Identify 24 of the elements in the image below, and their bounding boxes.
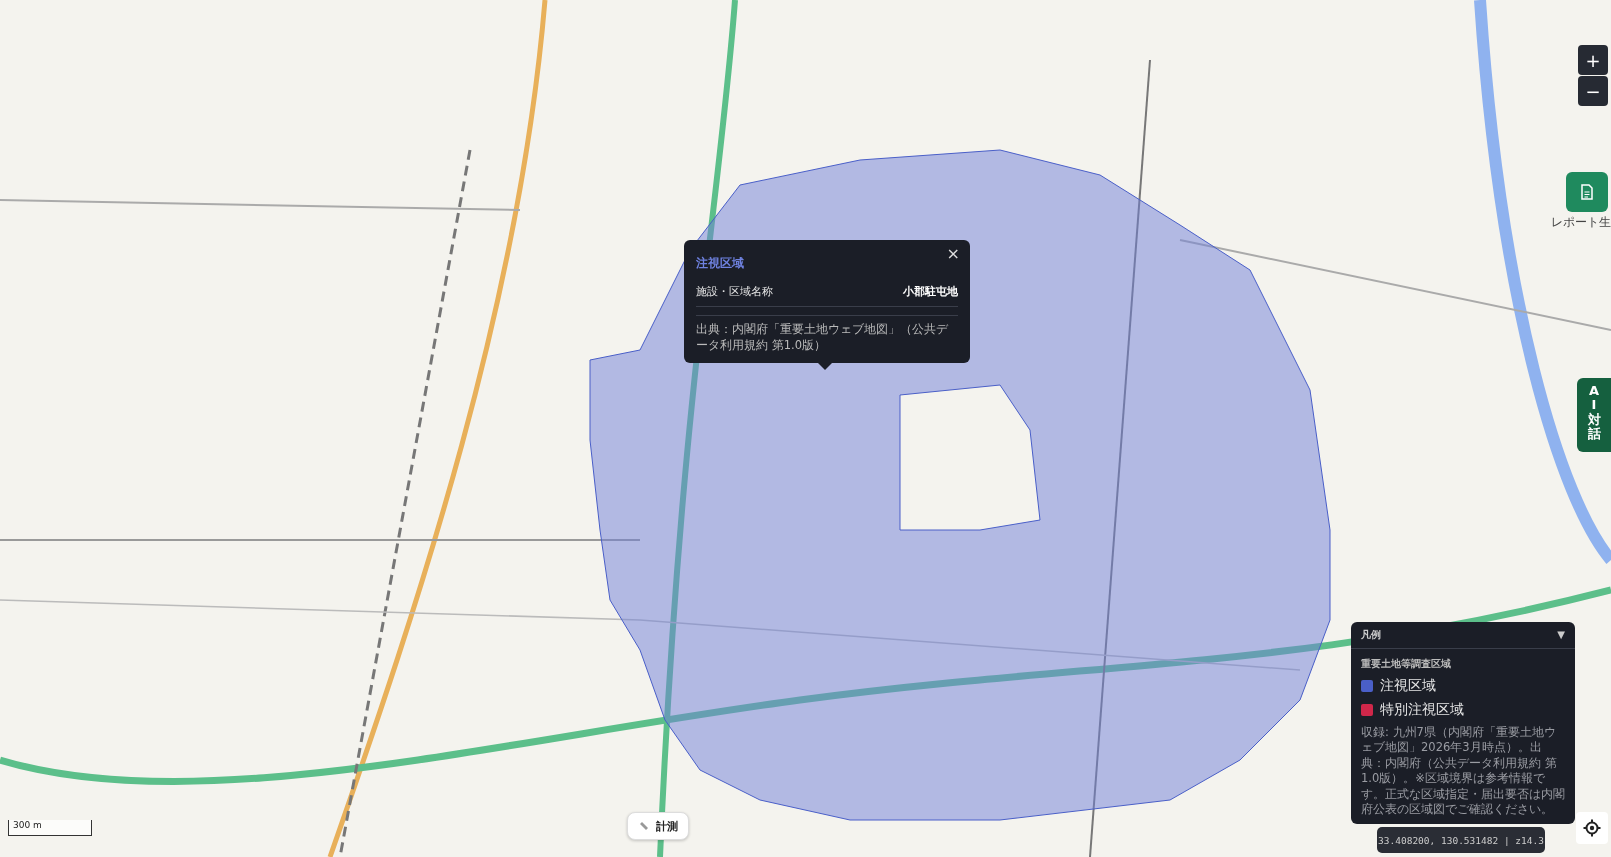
collapse-toggle[interactable]: ▼ [1557, 629, 1565, 641]
coordinates-readout: 33.408200, 130.531482 | z14.3 [1377, 827, 1545, 853]
crosshair-icon [1583, 819, 1601, 837]
source-note: 出典：内閣府「重要土地ウェブ地図」（公共データ利用規約 第1.0版） [696, 315, 958, 354]
zoom-out-button[interactable]: − [1578, 76, 1608, 106]
zoom-in-button[interactable]: + [1578, 45, 1608, 75]
legend-label: 注視区域 [1380, 676, 1436, 695]
legend-title: 凡例 [1361, 627, 1381, 642]
field-label: 施設・区域名称 [696, 284, 773, 299]
report-button[interactable] [1566, 172, 1608, 212]
legend-section-title: 重要土地等調査区域 [1361, 656, 1452, 671]
report-label: レポート生 [1551, 214, 1611, 231]
locate-button[interactable] [1576, 812, 1608, 844]
measure-button[interactable]: 計測 [627, 812, 689, 840]
popup-title: 注視区域 [696, 255, 744, 272]
close-button[interactable]: × [944, 244, 962, 263]
scale-bar: 300 m [8, 820, 92, 836]
legend-label: 特別注視区域 [1380, 700, 1464, 719]
map-drawing[interactable] [0, 0, 1611, 857]
document-icon [1580, 184, 1594, 200]
ai-chat-tab[interactable]: AI対話 [1577, 378, 1611, 452]
zone-overlay[interactable] [589, 149, 1331, 821]
legend-note: 収録: 九州7県（内閣府「重要土地ウェブ地図」2026年3月時点）。出典：内閣府（公共データ利用規約 第1.0版）。※区域境界は参考情報です。正式な区域指定・届出要否は内閣府公表の区域図でご確認ください。 [1361, 724, 1565, 818]
field-value: 小郡駐屯地 [903, 284, 958, 299]
